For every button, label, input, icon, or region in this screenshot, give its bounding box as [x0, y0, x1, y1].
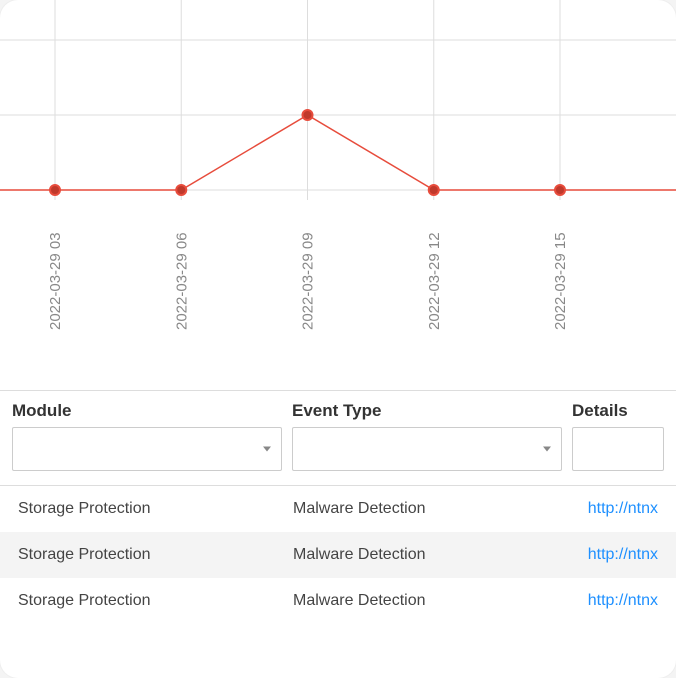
chart-point[interactable] — [429, 185, 439, 195]
chart-point[interactable] — [176, 185, 186, 195]
cell-event-type: Malware Detection — [293, 592, 558, 610]
cell-module: Storage Protection — [18, 592, 293, 610]
table-body: Storage ProtectionMalware Detectionhttp:… — [0, 486, 676, 624]
table-row[interactable]: Storage ProtectionMalware Detectionhttp:… — [0, 532, 676, 578]
cell-event-type: Malware Detection — [293, 500, 558, 518]
event-type-filter-select[interactable] — [292, 427, 562, 471]
chart-point[interactable] — [303, 110, 313, 120]
cell-event-type: Malware Detection — [293, 546, 558, 564]
event-timeline-chart: 2022-03-29 03 2022-03-29 06 2022-03-29 09 2… — [0, 0, 676, 390]
table-row[interactable]: Storage ProtectionMalware Detectionhttp:… — [0, 578, 676, 624]
column-header-details: Details — [572, 401, 664, 421]
module-filter-select[interactable] — [12, 427, 282, 471]
chart-point[interactable] — [50, 185, 60, 195]
chevron-down-icon — [263, 447, 271, 452]
chart-x-tick-label: 2022-03-29 12 — [426, 232, 443, 330]
cell-details-link[interactable]: http://ntnx — [558, 546, 658, 564]
chart-x-tick-label: 2022-03-29 09 — [300, 232, 317, 330]
cell-module: Storage Protection — [18, 500, 293, 518]
chart-x-tick-label: 2022-03-29 15 — [552, 232, 569, 330]
chevron-down-icon — [543, 447, 551, 452]
chart-point[interactable] — [555, 185, 565, 195]
column-header-module: Module — [12, 401, 282, 421]
dashboard-card: 2022-03-29 03 2022-03-29 06 2022-03-29 09 2… — [0, 0, 676, 678]
events-table: Module Event Type Details Stor — [0, 390, 676, 624]
table-header-row: Module Event Type Details — [0, 391, 676, 486]
cell-module: Storage Protection — [18, 546, 293, 564]
table-row[interactable]: Storage ProtectionMalware Detectionhttp:… — [0, 486, 676, 532]
cell-details-link[interactable]: http://ntnx — [558, 592, 658, 610]
chart-x-tick-label: 2022-03-29 06 — [173, 232, 190, 330]
details-filter-input[interactable] — [572, 427, 664, 471]
cell-details-link[interactable]: http://ntnx — [558, 500, 658, 518]
chart-x-tick-label: 2022-03-29 03 — [47, 232, 64, 330]
column-header-event-type: Event Type — [292, 401, 562, 421]
